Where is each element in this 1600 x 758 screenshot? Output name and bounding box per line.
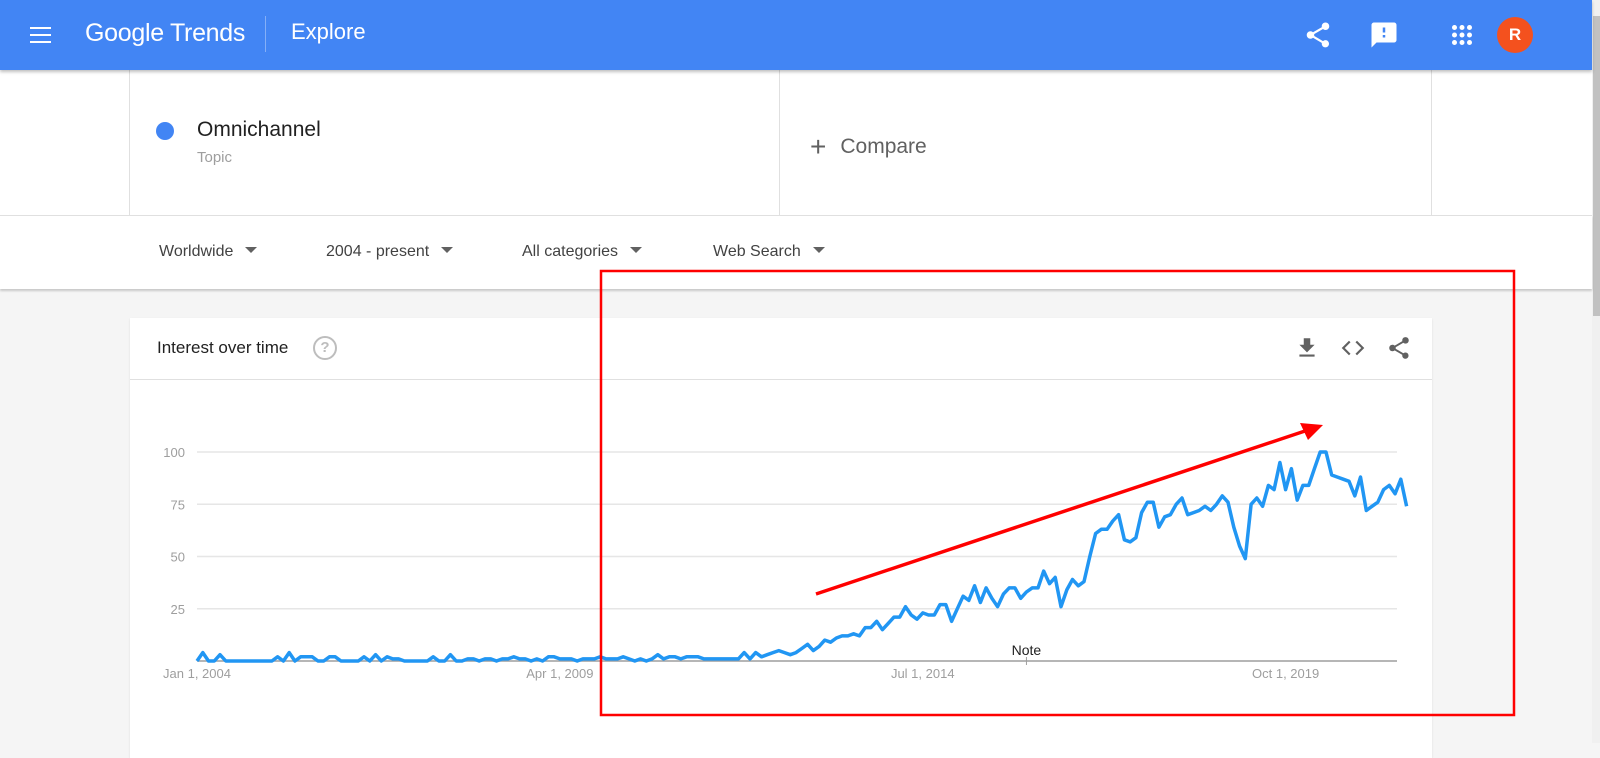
google-trends-logo[interactable]: Google Trends bbox=[85, 19, 245, 48]
dropdown-arrow-icon bbox=[812, 247, 825, 253]
y-axis-ticks: 25 50 75 100 bbox=[163, 445, 185, 617]
filter-location[interactable]: Worldwide bbox=[159, 243, 258, 261]
compare-label: Compare bbox=[840, 135, 927, 158]
search-terms-bar bbox=[0, 70, 1592, 215]
y-tick-label: 25 bbox=[171, 602, 185, 617]
plus-icon: + bbox=[810, 131, 827, 162]
dropdown-arrow-icon bbox=[441, 247, 454, 253]
y-tick-label: 75 bbox=[171, 497, 185, 512]
dropdown-arrow-icon bbox=[630, 247, 643, 253]
filter-category[interactable]: All categories bbox=[522, 243, 643, 261]
x-tick-label: Apr 1, 2009 bbox=[526, 666, 593, 681]
scrollbar-thumb[interactable] bbox=[1593, 16, 1600, 316]
dropdown-arrow-icon bbox=[245, 247, 258, 253]
top-app-bar: Google Trends Explore R bbox=[0, 0, 1592, 70]
help-icon[interactable]: ? bbox=[313, 336, 337, 360]
search-term-type: Topic bbox=[197, 149, 233, 166]
y-tick-label: 50 bbox=[171, 550, 185, 565]
filter-label: All categories bbox=[522, 243, 619, 260]
menu-icon[interactable] bbox=[30, 27, 51, 43]
x-tick-label: Jan 1, 2004 bbox=[163, 666, 231, 681]
x-tick-label: Jul 1, 2014 bbox=[891, 666, 955, 681]
divider bbox=[129, 70, 130, 215]
download-icon[interactable] bbox=[1294, 335, 1320, 361]
divider bbox=[1431, 70, 1432, 215]
x-axis-ticks: Jan 1, 2004 Apr 1, 2009 Jul 1, 2014 Oct 1, … bbox=[163, 666, 1319, 681]
interest-over-time-chart[interactable]: 25 50 75 100 Jan 1, 2004 Apr 1, 2009 Jul 1, 2… bbox=[130, 380, 1432, 743]
gridlines bbox=[197, 451, 1397, 662]
avatar[interactable]: R bbox=[1497, 17, 1533, 53]
filter-time-range[interactable]: 2004 - present bbox=[326, 243, 454, 261]
header-divider bbox=[265, 16, 266, 52]
term-color-dot bbox=[156, 122, 174, 140]
filter-label: Web Search bbox=[713, 243, 801, 260]
share-icon[interactable] bbox=[1386, 335, 1412, 361]
card-title: Interest over time bbox=[157, 338, 289, 357]
filter-label: Worldwide bbox=[159, 243, 234, 260]
compare-button[interactable]: + Compare bbox=[810, 131, 927, 163]
divider bbox=[779, 70, 780, 215]
feedback-icon[interactable] bbox=[1369, 20, 1399, 50]
embed-icon[interactable] bbox=[1340, 335, 1366, 361]
note-label[interactable]: Note bbox=[1012, 642, 1042, 658]
apps-icon[interactable] bbox=[1447, 20, 1477, 50]
page-title: Explore bbox=[291, 19, 366, 44]
search-term[interactable]: Omnichannel bbox=[197, 118, 321, 142]
x-tick-label: Oct 1, 2019 bbox=[1252, 666, 1319, 681]
filter-label: 2004 - present bbox=[326, 243, 430, 260]
filter-search-type[interactable]: Web Search bbox=[713, 243, 825, 261]
y-tick-label: 100 bbox=[163, 445, 185, 460]
share-icon[interactable] bbox=[1303, 20, 1333, 50]
